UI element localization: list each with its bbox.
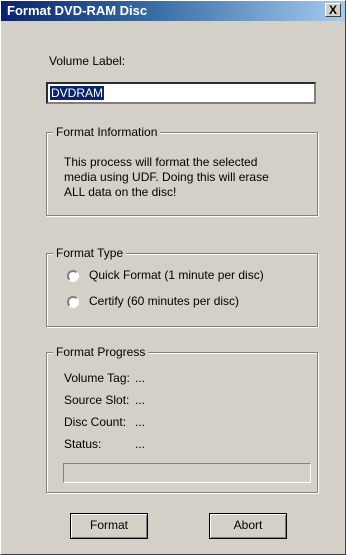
volume-tag-value: ... — [135, 371, 146, 385]
format-information-group: Format Information This process will for… — [46, 125, 318, 216]
progress-bar — [63, 463, 311, 483]
volume-label-value: DVDRAM — [50, 86, 105, 100]
format-button[interactable]: Format — [70, 513, 148, 539]
certify-label[interactable]: Certify (60 minutes per disc) — [89, 294, 239, 308]
status-value: ... — [135, 437, 146, 451]
format-information-legend: Format Information — [53, 125, 161, 139]
format-progress-legend: Format Progress — [53, 345, 149, 359]
format-progress-group: Format Progress Volume Tag: ... Source S… — [46, 345, 318, 493]
format-information-line-1: This process will format the selected — [64, 155, 258, 169]
format-information-line-2: media using UDF. Doing this will erase — [64, 170, 269, 184]
format-type-legend: Format Type — [53, 246, 127, 260]
title-bar[interactable]: Format DVD-RAM Disc X — [1, 1, 345, 21]
volume-tag-label: Volume Tag: — [64, 371, 130, 385]
status-label: Status: — [64, 437, 102, 451]
format-type-group: Format Type Quick Format (1 minute per d… — [46, 246, 318, 327]
volume-label-input[interactable]: DVDRAM — [46, 82, 316, 104]
quick-format-radio[interactable] — [67, 270, 79, 282]
disc-count-value: ... — [135, 415, 146, 429]
window-title: Format DVD-RAM Disc — [7, 3, 148, 18]
close-button[interactable]: X — [325, 3, 341, 17]
abort-button[interactable]: Abort — [209, 513, 287, 539]
source-slot-label: Source Slot: — [64, 393, 130, 407]
format-information-line-3: ALL data on the disc! — [64, 185, 177, 199]
certify-radio[interactable] — [67, 296, 79, 308]
quick-format-label[interactable]: Quick Format (1 minute per disc) — [89, 268, 264, 282]
disc-count-label: Disc Count: — [64, 415, 127, 429]
format-dialog: Format DVD-RAM Disc X Volume Label: DVDR… — [0, 0, 346, 555]
source-slot-value: ... — [135, 393, 146, 407]
volume-label-caption: Volume Label: — [49, 54, 126, 68]
